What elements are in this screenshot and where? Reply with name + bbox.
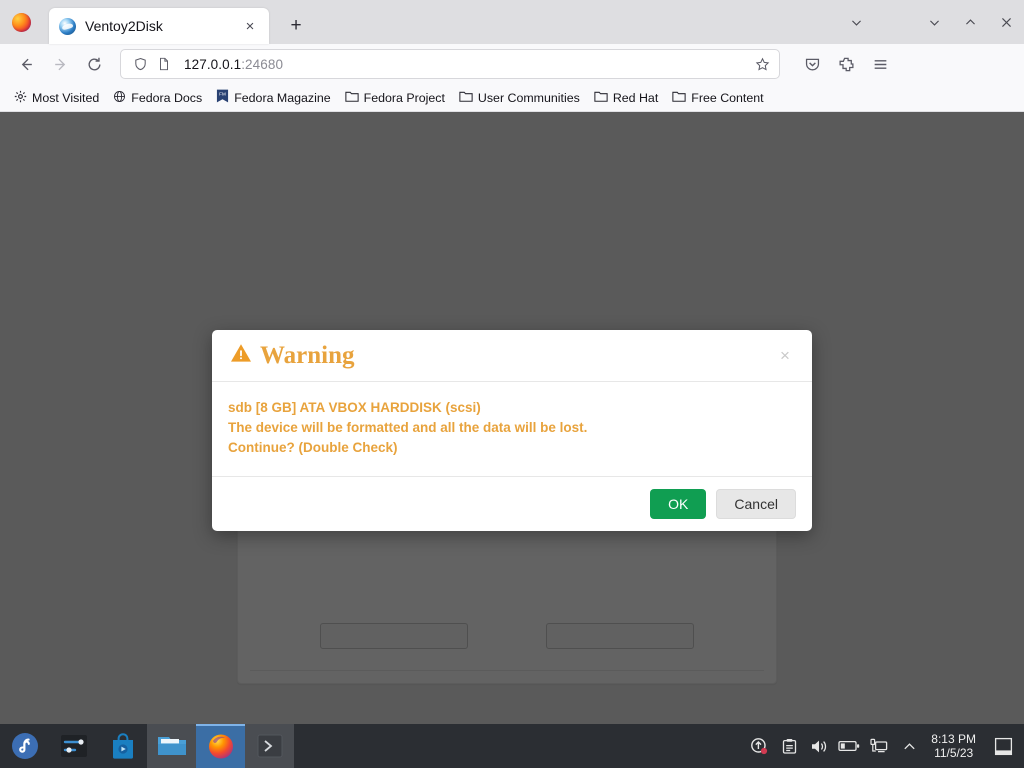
address-bar[interactable]: 127.0.0.1:24680 [120, 49, 780, 79]
svg-text:FM: FM [219, 92, 226, 97]
bookmark-label: User Communities [477, 90, 580, 105]
bookmark-free-content[interactable]: Free Content [666, 87, 769, 109]
bookmark-red-hat[interactable]: Red Hat [588, 87, 664, 109]
window-maximize-button[interactable] [952, 7, 988, 37]
ok-button[interactable]: OK [650, 489, 707, 519]
chevron-down-icon [838, 7, 874, 37]
tab-strip: Ventoy2Disk × + [0, 0, 1024, 44]
settings-sliders-icon[interactable] [49, 724, 98, 768]
navigation-toolbar: 127.0.0.1:24680 [0, 44, 1024, 84]
warning-line-continue: Continue? (Double Check) [228, 440, 398, 455]
warning-dialog-footer: OK Cancel [212, 476, 812, 531]
system-tray: 8:13 PM 11/5/23 [745, 724, 1024, 768]
ventoy-card-footer [238, 623, 776, 683]
folder-icon [594, 90, 608, 106]
clipboard-icon[interactable] [775, 724, 803, 768]
file-manager-icon[interactable] [147, 724, 196, 768]
hamburger-menu-icon[interactable] [864, 48, 896, 80]
bookmarks-bar: Most Visited Fedora Docs FM Fedora Magaz… [0, 84, 1024, 112]
show-desktop-icon[interactable] [988, 724, 1018, 768]
globe-icon [113, 90, 126, 106]
bookmark-label: Fedora Docs [131, 90, 203, 105]
close-icon[interactable]: × [776, 347, 794, 365]
install-button[interactable] [320, 623, 468, 649]
tab-title: Ventoy2Disk [85, 18, 163, 34]
window-controls [916, 0, 1024, 44]
toolbar-right [796, 48, 896, 80]
pocket-icon[interactable] [796, 48, 828, 80]
warning-line-format: The device will be formatted and all the… [228, 420, 588, 435]
url-port: :24680 [241, 56, 284, 72]
forward-arrow-icon[interactable] [44, 48, 76, 80]
list-all-tabs-button[interactable] [838, 0, 874, 44]
gear-icon [14, 90, 27, 106]
chevron-up-icon[interactable] [895, 724, 923, 768]
firefox-icon [4, 0, 38, 44]
battery-icon[interactable] [835, 724, 863, 768]
clock-date: 11/5/23 [934, 746, 974, 760]
ventoy-globe-icon [59, 17, 76, 35]
warning-dialog: Warning × sdb [8 GB] ATA VBOX HARDDISK (… [212, 330, 812, 531]
footer-divider [250, 670, 764, 671]
terminal-icon[interactable] [245, 724, 294, 768]
firefox-icon[interactable] [196, 724, 245, 768]
window-close-button[interactable] [988, 7, 1024, 37]
back-arrow-icon[interactable] [10, 48, 42, 80]
extension-icon[interactable] [830, 48, 862, 80]
firefox-window: Ventoy2Disk × + 127.0.0.1:24680 Most Vis… [0, 0, 1024, 724]
warning-dialog-body: sdb [8 GB] ATA VBOX HARDDISK (scsi) The … [212, 382, 812, 476]
bookmark-label: Fedora Magazine [234, 90, 331, 105]
bookmark-most-visited[interactable]: Most Visited [8, 87, 105, 109]
folder-icon [672, 90, 686, 106]
folder-icon [344, 90, 359, 106]
bookmark-user-communities[interactable]: User Communities [453, 87, 586, 109]
bookmark-fedora-magazine[interactable]: FM Fedora Magazine [210, 86, 336, 109]
shield-icon [130, 54, 150, 74]
window-minimize-button[interactable] [916, 7, 952, 37]
tab-close-icon[interactable]: × [239, 15, 261, 37]
clock-time: 8:13 PM [931, 732, 976, 746]
fedora-menu-icon[interactable] [0, 724, 49, 768]
url-text: 127.0.0.1:24680 [184, 57, 283, 72]
fm-badge-icon: FM [216, 89, 229, 106]
software-store-icon[interactable] [98, 724, 147, 768]
star-icon[interactable] [755, 57, 770, 72]
warning-dialog-title: Warning [260, 342, 355, 369]
tab-ventoy2disk[interactable]: Ventoy2Disk × [49, 8, 269, 44]
taskbar-clock[interactable]: 8:13 PM 11/5/23 [925, 732, 986, 760]
software-update-icon[interactable] [745, 724, 773, 768]
volume-icon[interactable] [805, 724, 833, 768]
bookmark-label: Red Hat [612, 90, 659, 105]
bookmark-fedora-docs[interactable]: Fedora Docs [107, 87, 208, 109]
page-icon [154, 54, 174, 74]
warning-triangle-icon [230, 343, 252, 368]
taskbar: 8:13 PM 11/5/23 [0, 724, 1024, 768]
update-button[interactable] [546, 623, 694, 649]
bookmark-label: Free Content [691, 90, 764, 105]
taskbar-launchers [0, 724, 294, 768]
warning-line-device: sdb [8 GB] ATA VBOX HARDDISK (scsi) [228, 400, 481, 415]
new-tab-button[interactable]: + [285, 15, 307, 37]
warning-dialog-header: Warning × [212, 330, 812, 382]
bookmark-fedora-project[interactable]: Fedora Project [339, 87, 451, 109]
reload-icon[interactable] [78, 48, 110, 80]
bookmark-label: Most Visited [32, 90, 100, 105]
network-display-icon[interactable] [865, 724, 893, 768]
bookmark-label: Fedora Project [363, 90, 445, 105]
cancel-button[interactable]: Cancel [716, 489, 796, 519]
page-viewport: Option Languages Device sdb [8 GB] ATA V… [0, 112, 1024, 724]
folder-icon [459, 90, 473, 106]
url-host: 127.0.0.1 [184, 56, 242, 72]
